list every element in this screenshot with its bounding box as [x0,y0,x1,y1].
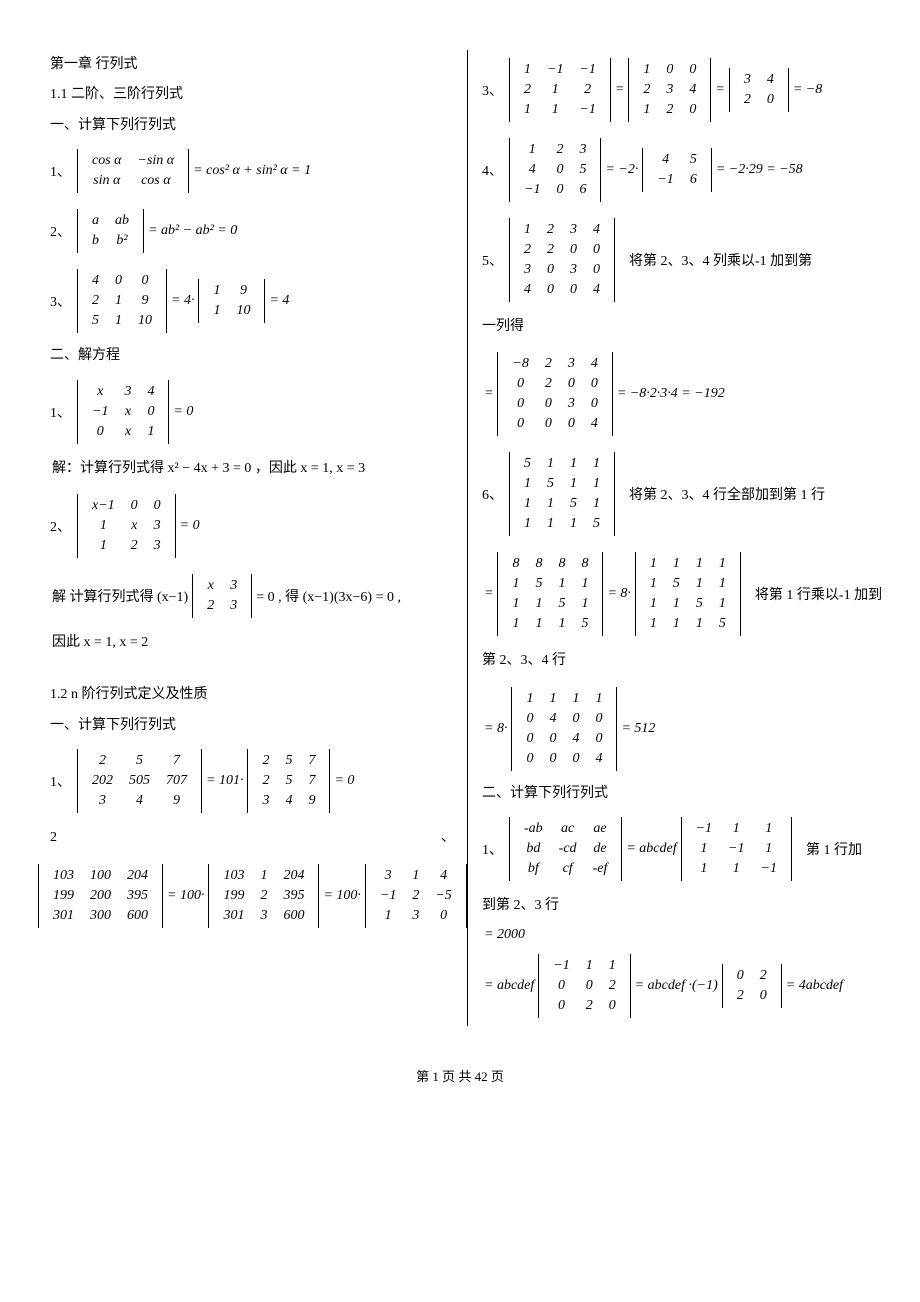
det: x−1001x3123 [77,494,176,558]
det: 103100204199200395301300600 [38,864,163,928]
r-r1: 1、 -abacaebd-cddebfcf-ef = abcdef −1111−… [482,817,884,881]
heading-compute-1: 一、计算下列行列式 [50,115,455,137]
label: 1、 [50,402,71,422]
problem-2: 2、 aabbb² = ab² − ab² = 0 [50,209,455,253]
label: 1、 [50,771,71,791]
r-p6-c: = 8· 1111040000400004 = 512 [482,687,884,771]
det3: 314−12−5130 [365,864,467,928]
rhs: = −8 [793,82,822,98]
r-p6: 6、 5111151111511115 将第 2、3、4 行全部加到第 1 行 [482,452,884,536]
r-p6-note2: 第 2、3、4 行 [482,650,884,672]
q2-label: 2、 [50,827,455,849]
rhs: = 4abcdef [786,978,843,994]
rhs: = ab² − ab² = 0 [148,223,237,239]
q1: 1、 257202505707349 = 101· 257257349 = 0 [50,749,455,813]
section-1-1: 1.1 二阶、三阶行列式 [50,84,455,106]
r-p3: 3、 1−1−121211−1 = 100234120 = 3420 = −8 [482,58,884,122]
rhs: = −8·2·3·4 = −192 [617,386,725,402]
det: cos α−sin αsin αcos α [77,149,189,193]
heading-compute-r2: 二、计算下列行列式 [482,783,884,805]
det: x34−1x00x1 [77,380,169,444]
r-p6-b: = 8888151111511115 = 8· 1111151111511115… [482,552,884,636]
label: 1、 [482,839,503,859]
heading-solve: 二、解方程 [50,345,455,367]
eq-2: 2、 x−1001x3123 = 0 [50,494,455,558]
det: x323 [192,574,252,618]
r-p5-note2: 一列得 [482,316,884,338]
eq-1-solution: 解：计算行列式得 x² − 4x + 3 = 0 ，因此 x = 1, x = … [50,458,455,480]
rhs: = 512 [621,721,655,737]
label: 3、 [50,291,71,311]
rhs: = 0 [334,773,354,789]
r-p4: 4、 123405−106 = −2· 45−16 = −2·29 = −58 [482,138,884,202]
det2: 19110 [198,279,265,323]
det2: 103120419923953013600 [208,864,319,928]
rhs: = 0 [180,518,200,534]
label: 2、 [50,221,71,241]
label: 3、 [482,80,503,100]
right-column: 3、 1−1−121211−1 = 100234120 = 3420 = −8 … [468,50,884,1026]
page-body: 第一章 行列式 1.1 二阶、三阶行列式 一、计算下列行列式 1、 cos α−… [0,0,920,1046]
r-r1-b: = 2000 [484,924,882,946]
rhs: = −2·29 = −58 [716,162,803,178]
r-p5: 5、 1234220030304004 将第 2、3、4 列乘以-1 加到第 [482,218,884,302]
eq-2-solution-a: 解 计算行列式得 (x−1) x323 = 0 , 得 (x−1)(3x−6) … [50,574,455,618]
r-r1-note2: 到第 2、3 行 [482,895,884,917]
note: 第 1 行加 [806,839,862,859]
note: 将第 2、3、4 行全部加到第 1 行 [629,484,825,504]
label: 1、 [50,161,71,181]
mid1: = 100· [167,888,204,904]
q2: 103100204199200395301300600 = 100· 10312… [36,864,455,928]
heading-compute-2: 一、计算下列行列式 [50,715,455,737]
mid: = 4· [171,293,194,309]
left-column: 第一章 行列式 1.1 二阶、三阶行列式 一、计算下列行列式 1、 cos α−… [50,50,467,1026]
mid2: = 100· [323,888,360,904]
rhs: = 0 [173,404,193,420]
det: 4002195110 [77,269,167,333]
page-footer: 第 1 页 共 42 页 [0,1066,920,1085]
problem-1: 1、 cos α−sin αsin αcos α = cos² α + sin²… [50,149,455,193]
problem-3: 3、 4002195110 = 4· 19110 = 4 [50,269,455,333]
label: 6、 [482,484,503,504]
note: 将第 2、3、4 列乘以-1 加到第 [629,250,812,270]
label: 4、 [482,160,503,180]
label: 5、 [482,250,503,270]
section-1-2: 1.2 n 阶行列式定义及性质 [50,684,455,706]
eq-1: 1、 x34−1x00x1 = 0 [50,380,455,444]
r-r1-c: = abcdef −111002020 = abcdef ·(−1) 0220 … [482,954,884,1018]
rhs: = 4 [269,293,289,309]
r-p5-b: = −8234020000300004 = −8·2·3·4 = −192 [482,352,884,436]
det: 257202505707349 [77,749,202,813]
note: 将第 1 行乘以-1 加到 [755,584,882,604]
chapter-title: 第一章 行列式 [50,54,455,76]
det: aabbb² [77,209,144,253]
rhs: = cos² α + sin² α = 1 [193,163,311,179]
eq-2-solution-b: 因此 x = 1, x = 2 [50,632,455,654]
det2: 257257349 [247,749,330,813]
mid: = 101· [206,773,243,789]
label: 2、 [50,516,71,536]
